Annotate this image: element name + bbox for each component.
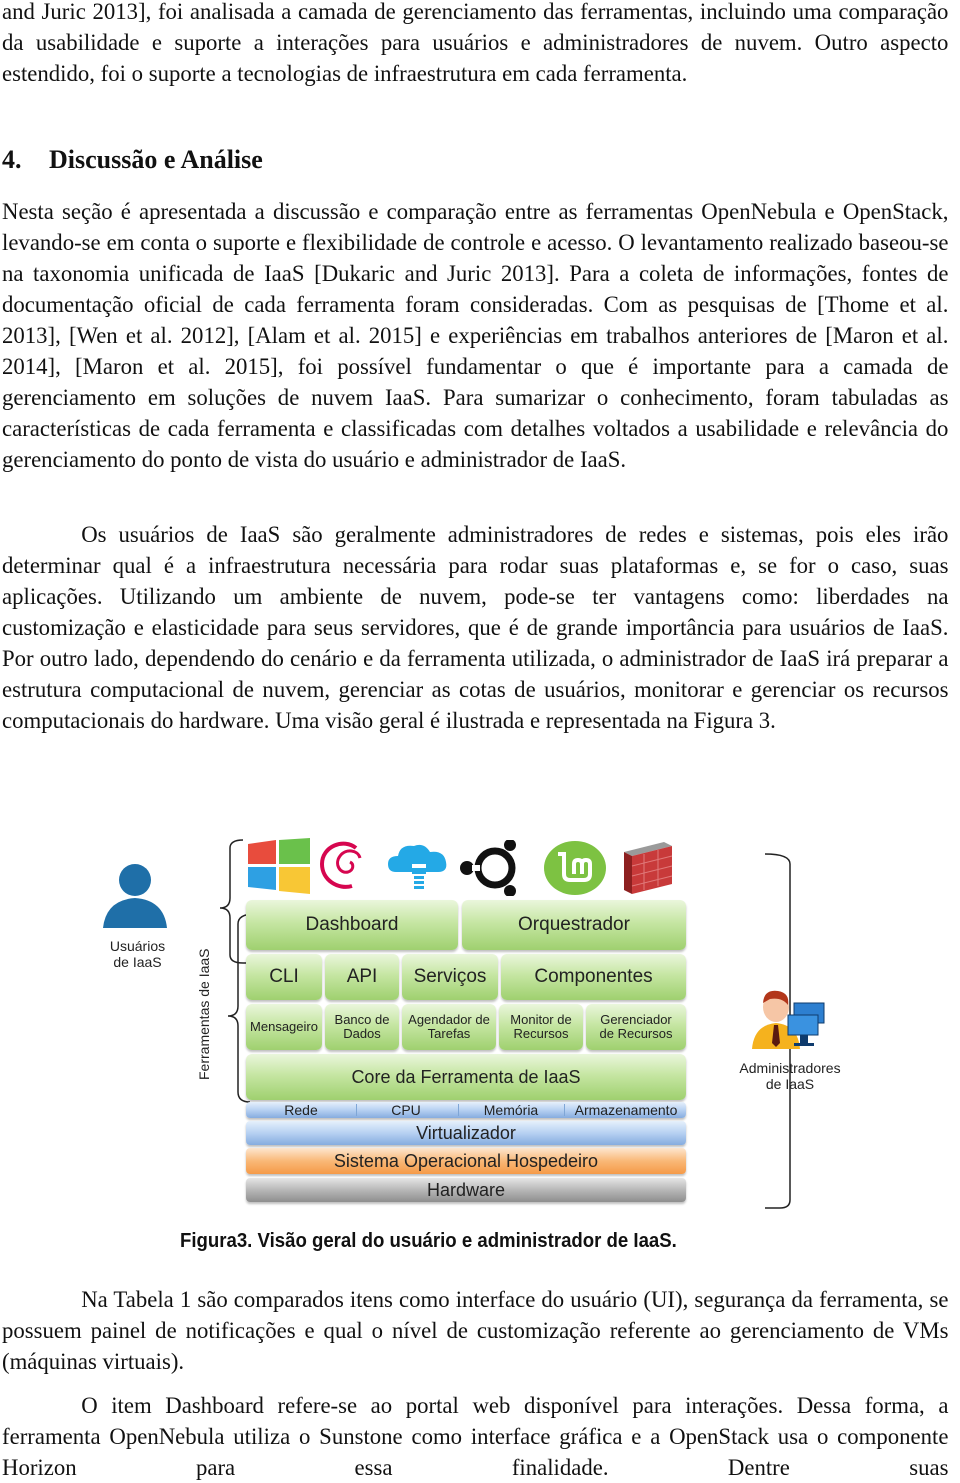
admins-label: Administradores de IaaS — [730, 1060, 850, 1092]
layer-hardware: Hardware — [246, 1178, 686, 1202]
layer-monitor-line1: Monitor de — [510, 1012, 572, 1027]
layer-virtualizador: Virtualizador — [246, 1121, 686, 1145]
resource-armazenamento: Armazenamento — [574, 1102, 678, 1118]
paragraph-intro-continuation: and Juric 2013], foi analisada a camada … — [2, 0, 949, 86]
layer-dashboard: Dashboard — [246, 900, 458, 950]
figure-3: Usuários de IaaS Ferramentas de IaaS Das… — [90, 830, 870, 1220]
firewall-icon — [624, 842, 673, 894]
layer-monitor-line2: Recursos — [513, 1026, 569, 1041]
paragraph-section4-p2: Os usuários de IaaS são geralmente admin… — [2, 522, 949, 733]
section-number: 4. — [2, 145, 22, 174]
linux-mint-logo-icon — [544, 841, 606, 895]
admins-label-line2: de IaaS — [765, 1076, 815, 1092]
debian-logo-icon — [319, 841, 362, 889]
users-label-line1: Usuários — [109, 938, 166, 954]
layer-agendador: Agendador de Tarefas — [402, 1004, 496, 1050]
layer-cli: CLI — [246, 954, 322, 1000]
cloud-upload-icon — [388, 844, 447, 889]
layer-mensageiro: Mensageiro — [246, 1004, 322, 1050]
resource-memoria: Memória — [483, 1102, 539, 1118]
paragraph-section4-p1: Nesta seção é apresentada a discussão e … — [2, 199, 949, 472]
layer-banco-de-dados: Banco de Dados — [325, 1004, 399, 1050]
layer-banco-line1: Banco de — [334, 1012, 390, 1027]
resource-divider — [356, 1104, 357, 1116]
paragraph-section4-p3: Na Tabela 1 são comparados itens como in… — [2, 1287, 949, 1374]
layer-componentes: Componentes — [501, 954, 686, 1000]
admins-label-line1: Administradores — [739, 1060, 841, 1076]
resource-rede: Rede — [284, 1102, 318, 1118]
users-label: Usuários de IaaS — [90, 938, 185, 970]
layer-gerenciador-line1: Gerenciador — [600, 1012, 672, 1027]
resource-cpu: CPU — [391, 1102, 421, 1118]
layer-mensageiro-label: Mensageiro — [250, 1019, 318, 1034]
section-title: Discussão e Análise — [49, 145, 263, 174]
user-icon — [103, 864, 167, 928]
tools-bracket-label: Ferramentas de IaaS — [196, 948, 212, 1080]
admin-computer-icon — [752, 990, 825, 1049]
layer-resources: Rede CPU Memória Armazenamento — [246, 1102, 686, 1118]
layer-core: Core da Ferramenta de IaaS — [246, 1054, 686, 1100]
layer-orquestrador: Orquestrador — [462, 900, 686, 950]
resource-divider — [458, 1104, 459, 1116]
users-label-line2: de IaaS — [113, 954, 162, 970]
resource-divider — [564, 1104, 565, 1116]
layer-api: API — [325, 954, 399, 1000]
windows-logo-icon — [248, 838, 310, 894]
figure-caption: Figura3. Visão geral do usuário e admini… — [180, 1230, 677, 1252]
layer-banco-line2: Dados — [343, 1026, 381, 1041]
layer-gerenciador-line2: de Recursos — [599, 1026, 673, 1041]
layer-agendador-line1: Agendador de — [408, 1012, 490, 1027]
layer-servicos: Serviços — [402, 954, 498, 1000]
section-heading: 4. Discussão e Análise — [2, 145, 263, 175]
layer-agendador-line2: Tarefas — [427, 1026, 471, 1041]
layer-host-os: Sistema Operacional Hospedeiro — [246, 1148, 686, 1174]
ubuntu-logo-icon — [460, 840, 516, 896]
layer-gerenciador: Gerenciador de Recursos — [586, 1004, 686, 1050]
paragraph-section4-p4: O item Dashboard refere-se ao portal web… — [2, 1393, 949, 1480]
layer-monitor: Monitor de Recursos — [499, 1004, 583, 1050]
